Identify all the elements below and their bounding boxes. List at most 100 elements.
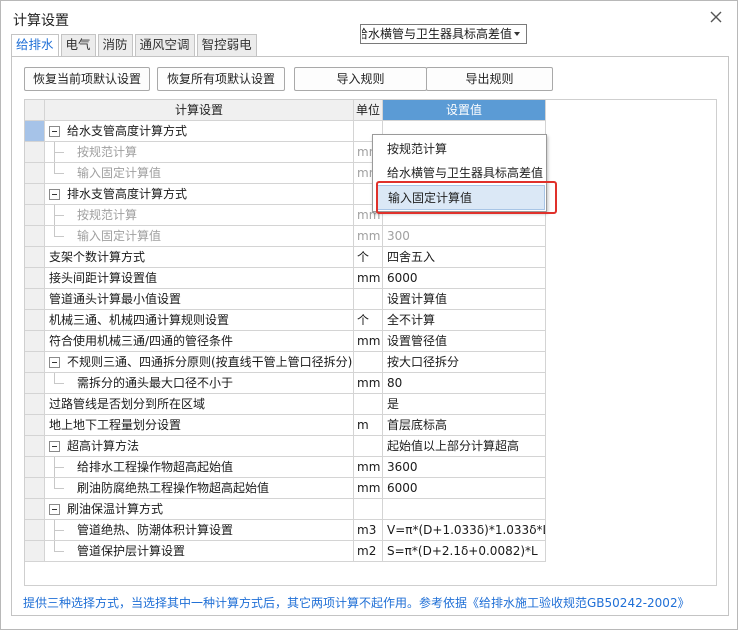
table-row[interactable]: 刷油保温计算方式 — [25, 499, 716, 520]
table-row[interactable]: 符合使用机械三通/四通的管径条件 mm 设置管径值 — [25, 331, 716, 352]
unit-cell: m — [354, 415, 383, 436]
setting-name: 管道通头计算最小值设置 — [49, 292, 182, 306]
value-cell[interactable]: 全不计算 — [383, 310, 546, 331]
collapse-icon[interactable] — [49, 126, 60, 137]
collapse-icon[interactable] — [49, 504, 60, 515]
value-cell[interactable]: 6000 — [383, 268, 546, 289]
table-row[interactable]: 按规范计算 mm — [25, 205, 716, 226]
value-cell[interactable]: 300 — [383, 226, 546, 247]
unit-cell — [354, 499, 383, 520]
column-header-unit[interactable]: 单位 — [354, 100, 383, 121]
value-cell[interactable]: S=π*(D+2.1δ+0.0082)*L — [383, 541, 546, 562]
table-row[interactable]: 超高计算方法 起始值以上部分计算超高 — [25, 436, 716, 457]
unit-cell: mm — [354, 226, 383, 247]
collapse-icon[interactable] — [49, 189, 60, 200]
unit-cell: mm — [354, 331, 383, 352]
tab-hvac[interactable]: 通风空调 — [134, 34, 195, 56]
unit-cell: mm — [354, 457, 383, 478]
value-cell[interactable]: 按大口径拆分 — [383, 352, 546, 373]
setting-name: 输入固定计算值 — [77, 229, 162, 243]
value-cell[interactable]: 是 — [383, 394, 546, 415]
table-row[interactable]: 给水支管高度计算方式 — [25, 121, 716, 142]
restore-all-default-button[interactable]: 恢复所有项默认设置 — [157, 67, 285, 91]
calc-settings-dialog: 计算设置 给排水 电气 消防 通风空调 智控弱电 恢复当前项默认设置 恢复所有项… — [0, 0, 738, 630]
unit-cell: mm — [354, 268, 383, 289]
settings-table: 计算设置 单位 设置值 给水支管高度计算方式 按规范计算 mm 输入固定计算值 … — [24, 99, 717, 586]
setting-name: 给排水工程操作物超高起始值 — [77, 460, 234, 474]
value-cell[interactable]: 设置管径值 — [383, 331, 546, 352]
unit-cell: m2 — [354, 541, 383, 562]
setting-name: 按规范计算 — [77, 208, 138, 222]
table-row[interactable]: 输入固定计算值 mm 300 — [25, 226, 716, 247]
dialog-title: 计算设置 — [13, 13, 69, 29]
setting-name: 超高计算方法 — [67, 439, 140, 453]
table-row[interactable]: 机械三通、机械四通计算规则设置 个 全不计算 — [25, 310, 716, 331]
unit-cell: mm — [354, 478, 383, 499]
setting-name: 管道绝热、防潮体积计算设置 — [77, 523, 234, 537]
setting-name: 符合使用机械三通/四通的管径条件 — [49, 334, 234, 348]
unit-cell — [354, 289, 383, 310]
help-footnote: 提供三种选择方式，当选择其中一种计算方式后，其它两项计算不起作用。参考依据《给排… — [23, 596, 690, 610]
restore-current-default-button[interactable]: 恢复当前项默认设置 — [24, 67, 150, 91]
close-icon[interactable] — [709, 10, 725, 26]
column-header-setting[interactable]: 计算设置 — [45, 100, 354, 121]
setting-name: 支架个数计算方式 — [49, 250, 146, 264]
setting-name: 不规则三通、四通拆分原则(按直线干管上管口径拆分) — [67, 355, 353, 369]
unit-cell — [354, 394, 383, 415]
setting-name: 按规范计算 — [77, 145, 138, 159]
value-cell[interactable] — [383, 499, 546, 520]
dropdown-arrow-icon[interactable] — [514, 32, 520, 36]
import-rules-button[interactable]: 导入规则 — [294, 67, 427, 91]
table-row[interactable]: 管道保护层计算设置 m2 S=π*(D+2.1δ+0.0082)*L — [25, 541, 716, 562]
unit-cell: m3 — [354, 520, 383, 541]
table-header: 计算设置 单位 设置值 — [25, 100, 716, 121]
value-cell[interactable]: 四舍五入 — [383, 247, 546, 268]
setting-name: 需拆分的通头最大口径不小于 — [77, 376, 234, 390]
table-row[interactable]: 地上地下工程量划分设置 m 首层底标高 — [25, 415, 716, 436]
table-row[interactable]: 管道绝热、防潮体积计算设置 m3 V=π*(D+1.033δ)*1.033δ*L — [25, 520, 716, 541]
setting-name: 机械三通、机械四通计算规则设置 — [49, 313, 230, 327]
tab-fire-protection[interactable]: 消防 — [97, 34, 133, 56]
table-row[interactable]: 支架个数计算方式 个 四舍五入 — [25, 247, 716, 268]
tab-electrical[interactable]: 电气 — [60, 34, 96, 56]
setting-name: 刷油防腐绝热工程操作物超高起始值 — [77, 481, 270, 495]
combobox-value: 给水横管与卫生器具标高差值 — [362, 27, 512, 41]
tab-water-drainage[interactable]: 给排水 — [11, 34, 59, 57]
value-cell[interactable]: 6000 — [383, 478, 546, 499]
calc-method-combobox[interactable]: 给水横管与卫生器具标高差值 — [360, 24, 527, 44]
export-rules-button[interactable]: 导出规则 — [426, 67, 553, 91]
table-row[interactable]: 不规则三通、四通拆分原则(按直线干管上管口径拆分) 按大口径拆分 — [25, 352, 716, 373]
table-row[interactable]: 刷油防腐绝热工程操作物超高起始值 mm 6000 — [25, 478, 716, 499]
value-cell[interactable]: 3600 — [383, 457, 546, 478]
unit-cell: mm — [354, 373, 383, 394]
table-row[interactable]: 需拆分的通头最大口径不小于 mm 80 — [25, 373, 716, 394]
value-cell[interactable]: 80 — [383, 373, 546, 394]
collapse-icon[interactable] — [49, 357, 60, 368]
value-cell[interactable]: 设置计算值 — [383, 289, 546, 310]
value-cell[interactable]: 起始值以上部分计算超高 — [383, 436, 546, 457]
table-row[interactable]: 接头间距计算设置值 mm 6000 — [25, 268, 716, 289]
row-selector[interactable] — [25, 121, 45, 142]
column-header-value[interactable]: 设置值 — [383, 100, 546, 121]
unit-cell — [354, 352, 383, 373]
setting-name: 过路管线是否划分到所在区域 — [49, 397, 206, 411]
value-cell[interactable]: V=π*(D+1.033δ)*1.033δ*L — [383, 520, 546, 541]
setting-name: 地上地下工程量划分设置 — [49, 418, 182, 432]
setting-name: 管道保护层计算设置 — [77, 544, 186, 558]
highlight-annotation-box — [376, 181, 557, 214]
table-row[interactable]: 按规范计算 mm — [25, 142, 716, 163]
tab-bar: 给排水 电气 消防 通风空调 智控弱电 — [11, 34, 259, 57]
table-row[interactable]: 输入固定计算值 mm — [25, 163, 716, 184]
table-row[interactable]: 管道通头计算最小值设置 设置计算值 — [25, 289, 716, 310]
table-row[interactable]: 给排水工程操作物超高起始值 mm 3600 — [25, 457, 716, 478]
tab-smart-weak-current[interactable]: 智控弱电 — [196, 34, 257, 56]
table-row[interactable]: 过路管线是否划分到所在区域 是 — [25, 394, 716, 415]
table-row[interactable]: 排水支管高度计算方式 — [25, 184, 716, 205]
value-cell[interactable]: 首层底标高 — [383, 415, 546, 436]
setting-name: 输入固定计算值 — [77, 166, 162, 180]
dropdown-option-by-code[interactable]: 按规范计算 — [377, 137, 545, 162]
unit-cell — [354, 436, 383, 457]
row-header-corner — [25, 100, 45, 121]
setting-name: 接头间距计算设置值 — [49, 271, 158, 285]
collapse-icon[interactable] — [49, 441, 60, 452]
